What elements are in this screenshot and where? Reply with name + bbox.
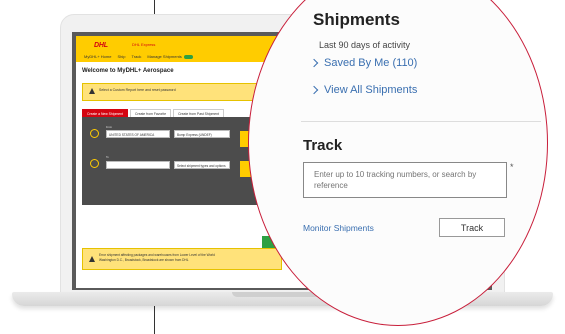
destination-marker-icon <box>90 159 99 168</box>
to-options-field[interactable]: Select shipment types and options <box>174 161 230 169</box>
shipments-subtitle: Last 90 days of activity <box>319 40 411 50</box>
nav-item-manage[interactable]: Manage Shipments <box>147 54 193 59</box>
shipment-form: From UNITED STATES OF AMERICA Bump Expre… <box>82 117 274 205</box>
warning-bottom-text: Error shipment affecting packages and wa… <box>99 253 215 262</box>
to-country-field[interactable] <box>106 161 170 169</box>
main-nav: MyDHL+ Home Ship Track Manage Shipments <box>84 54 193 59</box>
from-service-field[interactable]: Bump Express (UNDEF) <box>174 130 230 138</box>
dhl-logo[interactable]: DHL <box>94 42 108 49</box>
warning-banner-top: Select a Custom Report here and reset pa… <box>82 83 277 101</box>
magnifier-callout: Shipments Last 90 days of activity Saved… <box>248 0 548 326</box>
to-label: To <box>106 156 109 159</box>
new-badge-icon <box>183 54 193 59</box>
required-marker: * <box>510 162 514 172</box>
tracking-number-input[interactable] <box>303 162 507 198</box>
product-name: DHL Express <box>132 42 156 47</box>
monitor-shipments-link[interactable]: Monitor Shipments <box>303 223 374 233</box>
from-label: From <box>106 126 113 129</box>
marketing-laptop-stage: DHL DHL Express MyDHL+ Home Ship Track M… <box>0 0 565 334</box>
welcome-heading: Welcome to MyDHL+ Aerospace <box>82 68 174 74</box>
nav-item-ship[interactable]: Ship <box>117 54 125 59</box>
track-button[interactable]: Track <box>439 218 505 237</box>
shipments-title: Shipments <box>313 10 400 29</box>
chevron-right-icon <box>309 58 319 68</box>
chevron-right-icon <box>309 85 319 95</box>
origin-marker-icon <box>90 129 99 138</box>
warning-icon <box>89 88 95 94</box>
section-divider <box>301 121 541 122</box>
track-title: Track <box>303 137 343 154</box>
view-all-shipments-link[interactable]: View All Shipments <box>309 84 417 96</box>
warning-icon <box>89 256 95 262</box>
saved-by-me-link[interactable]: Saved By Me (110) <box>309 57 417 69</box>
warning-text: Select a Custom Report here and reset pa… <box>99 88 176 92</box>
magnified-panel: Shipments Last 90 days of activity Saved… <box>249 1 547 325</box>
nav-item-track[interactable]: Track <box>131 54 141 59</box>
nav-item-home[interactable]: MyDHL+ Home <box>84 54 111 59</box>
from-country-field[interactable]: UNITED STATES OF AMERICA <box>106 130 170 138</box>
